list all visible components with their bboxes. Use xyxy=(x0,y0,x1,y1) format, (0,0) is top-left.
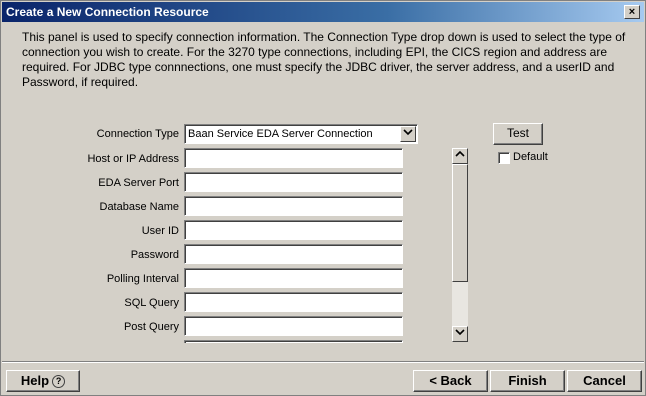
default-checkbox-label: Default xyxy=(513,151,548,163)
panel-description: This panel is used to specify connection… xyxy=(22,30,626,89)
database-name-label: Database Name xyxy=(99,201,180,213)
footer-divider xyxy=(2,361,644,363)
default-checkbox[interactable] xyxy=(498,152,510,164)
close-button[interactable]: × xyxy=(624,5,640,19)
eda-server-port-label: EDA Server Port xyxy=(98,177,179,189)
help-button[interactable]: Help? xyxy=(6,370,80,392)
polling-interval-input[interactable] xyxy=(184,268,403,288)
host-ip-input[interactable] xyxy=(184,148,403,168)
password-input[interactable] xyxy=(184,244,403,264)
post-query-input[interactable] xyxy=(184,316,403,336)
polling-interval-label: Polling Interval xyxy=(106,273,179,285)
vertical-scrollbar[interactable] xyxy=(452,148,468,342)
help-icon: ? xyxy=(52,375,66,389)
chevron-down-icon[interactable] xyxy=(400,126,416,142)
back-button[interactable]: < Back xyxy=(413,370,488,392)
connection-type-dropdown[interactable]: Baan Service EDA Server Connection xyxy=(184,124,418,144)
host-ip-label: Host or IP Address xyxy=(87,153,179,165)
password-label: Password xyxy=(130,249,179,261)
cancel-button[interactable]: Cancel xyxy=(567,370,642,392)
user-id-label: User ID xyxy=(141,225,179,237)
eda-server-port-input[interactable] xyxy=(184,172,403,192)
user-id-input[interactable] xyxy=(184,220,403,240)
sql-query-input[interactable] xyxy=(184,292,403,312)
connection-type-value: Baan Service EDA Server Connection xyxy=(188,128,373,140)
connection-type-label: Connection Type xyxy=(96,128,179,140)
help-button-label: Help xyxy=(20,373,50,388)
dialog-window: Create a New Connection Resource × This … xyxy=(0,0,646,396)
title-bar: Create a New Connection Resource × xyxy=(2,2,644,22)
window-title: Create a New Connection Resource xyxy=(6,5,209,19)
database-name-input[interactable] xyxy=(184,196,403,216)
finish-button[interactable]: Finish xyxy=(490,370,565,392)
close-icon: × xyxy=(628,6,636,18)
next-field-partial[interactable] xyxy=(184,340,403,343)
sql-query-label: SQL Query xyxy=(124,297,179,309)
scroll-down-icon[interactable] xyxy=(452,326,468,342)
test-button[interactable]: Test xyxy=(493,123,543,145)
scrollbar-thumb[interactable] xyxy=(452,164,468,282)
scroll-up-icon[interactable] xyxy=(452,148,468,164)
post-query-label: Post Query xyxy=(123,321,179,333)
